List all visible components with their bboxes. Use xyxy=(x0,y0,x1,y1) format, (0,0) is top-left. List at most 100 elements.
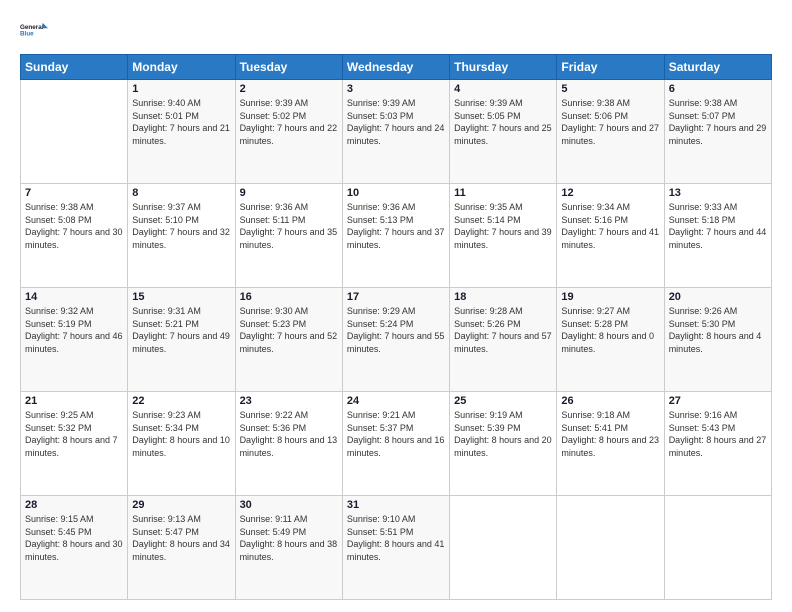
day-cell: 27 Sunrise: 9:16 AMSunset: 5:43 PMDaylig… xyxy=(664,392,771,496)
day-info: Sunrise: 9:40 AMSunset: 5:01 PMDaylight:… xyxy=(132,98,230,146)
header-row: SundayMondayTuesdayWednesdayThursdayFrid… xyxy=(21,55,772,80)
day-info: Sunrise: 9:27 AMSunset: 5:28 PMDaylight:… xyxy=(561,306,654,354)
day-cell: 20 Sunrise: 9:26 AMSunset: 5:30 PMDaylig… xyxy=(664,288,771,392)
day-number: 23 xyxy=(240,395,338,407)
day-info: Sunrise: 9:23 AMSunset: 5:34 PMDaylight:… xyxy=(132,410,230,458)
day-number: 7 xyxy=(25,187,123,199)
week-row-0: 1 Sunrise: 9:40 AMSunset: 5:01 PMDayligh… xyxy=(21,80,772,184)
week-row-3: 21 Sunrise: 9:25 AMSunset: 5:32 PMDaylig… xyxy=(21,392,772,496)
day-info: Sunrise: 9:13 AMSunset: 5:47 PMDaylight:… xyxy=(132,514,230,562)
day-cell: 8 Sunrise: 9:37 AMSunset: 5:10 PMDayligh… xyxy=(128,184,235,288)
weekday-header-monday: Monday xyxy=(128,55,235,80)
day-info: Sunrise: 9:21 AMSunset: 5:37 PMDaylight:… xyxy=(347,410,445,458)
day-cell: 30 Sunrise: 9:11 AMSunset: 5:49 PMDaylig… xyxy=(235,496,342,600)
day-number: 25 xyxy=(454,395,552,407)
day-number: 10 xyxy=(347,187,445,199)
day-info: Sunrise: 9:31 AMSunset: 5:21 PMDaylight:… xyxy=(132,306,230,354)
day-cell: 7 Sunrise: 9:38 AMSunset: 5:08 PMDayligh… xyxy=(21,184,128,288)
day-number: 17 xyxy=(347,291,445,303)
calendar-table: SundayMondayTuesdayWednesdayThursdayFrid… xyxy=(20,54,772,600)
day-info: Sunrise: 9:39 AMSunset: 5:02 PMDaylight:… xyxy=(240,98,338,146)
day-number: 20 xyxy=(669,291,767,303)
day-cell: 19 Sunrise: 9:27 AMSunset: 5:28 PMDaylig… xyxy=(557,288,664,392)
day-info: Sunrise: 9:19 AMSunset: 5:39 PMDaylight:… xyxy=(454,410,552,458)
day-number: 4 xyxy=(454,83,552,95)
day-number: 2 xyxy=(240,83,338,95)
day-cell: 4 Sunrise: 9:39 AMSunset: 5:05 PMDayligh… xyxy=(450,80,557,184)
logo: GeneralBlue xyxy=(20,16,48,44)
day-info: Sunrise: 9:36 AMSunset: 5:13 PMDaylight:… xyxy=(347,202,445,250)
day-info: Sunrise: 9:39 AMSunset: 5:03 PMDaylight:… xyxy=(347,98,445,146)
calendar-page: GeneralBlue SundayMondayTuesdayWednesday… xyxy=(0,0,792,612)
day-cell: 3 Sunrise: 9:39 AMSunset: 5:03 PMDayligh… xyxy=(342,80,449,184)
day-cell: 25 Sunrise: 9:19 AMSunset: 5:39 PMDaylig… xyxy=(450,392,557,496)
day-info: Sunrise: 9:16 AMSunset: 5:43 PMDaylight:… xyxy=(669,410,767,458)
day-number: 16 xyxy=(240,291,338,303)
day-info: Sunrise: 9:34 AMSunset: 5:16 PMDaylight:… xyxy=(561,202,659,250)
day-cell xyxy=(21,80,128,184)
day-info: Sunrise: 9:15 AMSunset: 5:45 PMDaylight:… xyxy=(25,514,123,562)
day-info: Sunrise: 9:36 AMSunset: 5:11 PMDaylight:… xyxy=(240,202,338,250)
day-cell: 31 Sunrise: 9:10 AMSunset: 5:51 PMDaylig… xyxy=(342,496,449,600)
day-cell: 26 Sunrise: 9:18 AMSunset: 5:41 PMDaylig… xyxy=(557,392,664,496)
day-cell: 18 Sunrise: 9:28 AMSunset: 5:26 PMDaylig… xyxy=(450,288,557,392)
weekday-header-thursday: Thursday xyxy=(450,55,557,80)
day-info: Sunrise: 9:38 AMSunset: 5:07 PMDaylight:… xyxy=(669,98,767,146)
day-info: Sunrise: 9:18 AMSunset: 5:41 PMDaylight:… xyxy=(561,410,659,458)
day-cell: 6 Sunrise: 9:38 AMSunset: 5:07 PMDayligh… xyxy=(664,80,771,184)
week-row-1: 7 Sunrise: 9:38 AMSunset: 5:08 PMDayligh… xyxy=(21,184,772,288)
day-cell: 29 Sunrise: 9:13 AMSunset: 5:47 PMDaylig… xyxy=(128,496,235,600)
day-number: 29 xyxy=(132,499,230,511)
day-number: 13 xyxy=(669,187,767,199)
day-cell: 23 Sunrise: 9:22 AMSunset: 5:36 PMDaylig… xyxy=(235,392,342,496)
day-cell: 5 Sunrise: 9:38 AMSunset: 5:06 PMDayligh… xyxy=(557,80,664,184)
day-info: Sunrise: 9:26 AMSunset: 5:30 PMDaylight:… xyxy=(669,306,762,354)
day-number: 30 xyxy=(240,499,338,511)
day-cell: 15 Sunrise: 9:31 AMSunset: 5:21 PMDaylig… xyxy=(128,288,235,392)
weekday-header-wednesday: Wednesday xyxy=(342,55,449,80)
day-info: Sunrise: 9:35 AMSunset: 5:14 PMDaylight:… xyxy=(454,202,552,250)
day-number: 12 xyxy=(561,187,659,199)
day-cell: 16 Sunrise: 9:30 AMSunset: 5:23 PMDaylig… xyxy=(235,288,342,392)
day-number: 9 xyxy=(240,187,338,199)
svg-text:Blue: Blue xyxy=(20,30,34,37)
day-info: Sunrise: 9:33 AMSunset: 5:18 PMDaylight:… xyxy=(669,202,767,250)
day-cell xyxy=(664,496,771,600)
day-number: 26 xyxy=(561,395,659,407)
day-number: 15 xyxy=(132,291,230,303)
day-cell: 11 Sunrise: 9:35 AMSunset: 5:14 PMDaylig… xyxy=(450,184,557,288)
day-number: 8 xyxy=(132,187,230,199)
day-number: 31 xyxy=(347,499,445,511)
day-number: 21 xyxy=(25,395,123,407)
day-cell: 12 Sunrise: 9:34 AMSunset: 5:16 PMDaylig… xyxy=(557,184,664,288)
day-number: 24 xyxy=(347,395,445,407)
day-number: 28 xyxy=(25,499,123,511)
day-info: Sunrise: 9:38 AMSunset: 5:08 PMDaylight:… xyxy=(25,202,123,250)
day-cell: 2 Sunrise: 9:39 AMSunset: 5:02 PMDayligh… xyxy=(235,80,342,184)
day-cell: 13 Sunrise: 9:33 AMSunset: 5:18 PMDaylig… xyxy=(664,184,771,288)
day-info: Sunrise: 9:30 AMSunset: 5:23 PMDaylight:… xyxy=(240,306,338,354)
day-info: Sunrise: 9:39 AMSunset: 5:05 PMDaylight:… xyxy=(454,98,552,146)
day-number: 14 xyxy=(25,291,123,303)
day-cell: 1 Sunrise: 9:40 AMSunset: 5:01 PMDayligh… xyxy=(128,80,235,184)
day-info: Sunrise: 9:10 AMSunset: 5:51 PMDaylight:… xyxy=(347,514,445,562)
week-row-2: 14 Sunrise: 9:32 AMSunset: 5:19 PMDaylig… xyxy=(21,288,772,392)
day-cell: 14 Sunrise: 9:32 AMSunset: 5:19 PMDaylig… xyxy=(21,288,128,392)
day-cell: 21 Sunrise: 9:25 AMSunset: 5:32 PMDaylig… xyxy=(21,392,128,496)
day-number: 19 xyxy=(561,291,659,303)
day-number: 22 xyxy=(132,395,230,407)
day-cell: 28 Sunrise: 9:15 AMSunset: 5:45 PMDaylig… xyxy=(21,496,128,600)
day-number: 6 xyxy=(669,83,767,95)
day-info: Sunrise: 9:28 AMSunset: 5:26 PMDaylight:… xyxy=(454,306,552,354)
weekday-header-saturday: Saturday xyxy=(664,55,771,80)
day-number: 27 xyxy=(669,395,767,407)
weekday-header-tuesday: Tuesday xyxy=(235,55,342,80)
day-number: 18 xyxy=(454,291,552,303)
header: GeneralBlue xyxy=(20,16,772,44)
day-info: Sunrise: 9:32 AMSunset: 5:19 PMDaylight:… xyxy=(25,306,123,354)
day-number: 11 xyxy=(454,187,552,199)
day-info: Sunrise: 9:38 AMSunset: 5:06 PMDaylight:… xyxy=(561,98,659,146)
week-row-4: 28 Sunrise: 9:15 AMSunset: 5:45 PMDaylig… xyxy=(21,496,772,600)
day-number: 5 xyxy=(561,83,659,95)
weekday-header-sunday: Sunday xyxy=(21,55,128,80)
